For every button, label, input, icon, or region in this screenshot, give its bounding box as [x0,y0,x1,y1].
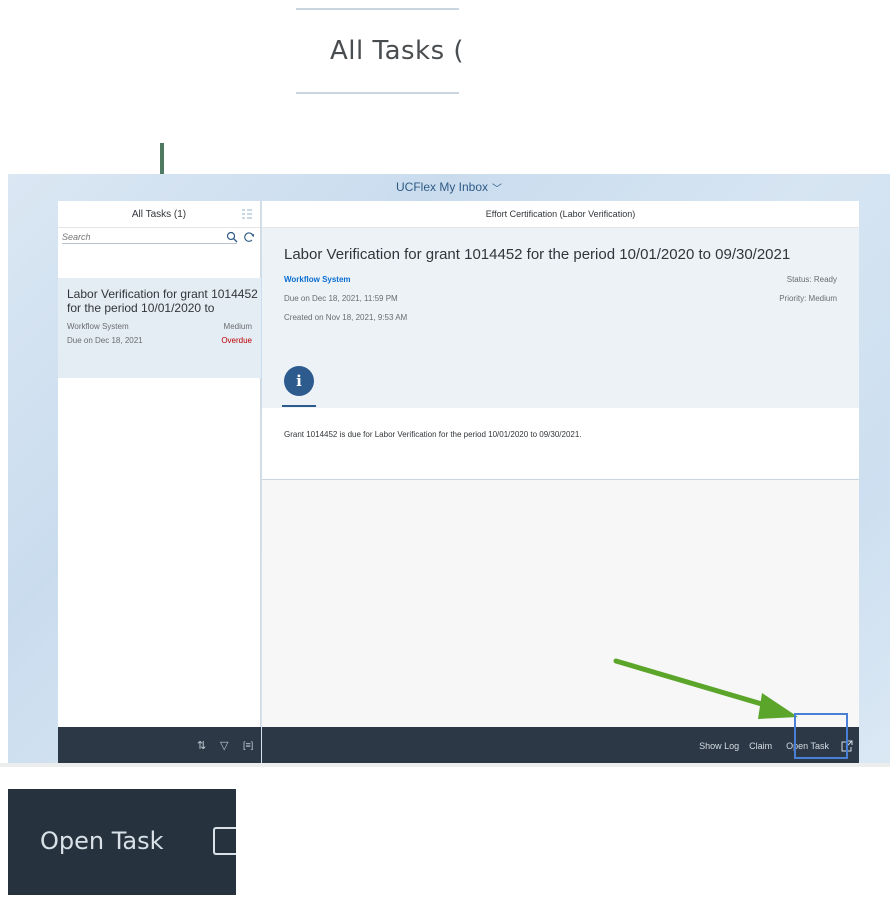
divider [296,8,459,10]
claim-button[interactable]: Claim [749,741,772,751]
task-list-item[interactable]: Labor Verification for grant 1014452 for… [58,278,261,378]
sort-icon[interactable]: ⇅ [197,739,206,752]
task-item-title: Labor Verification for grant 1014452 for… [67,287,258,315]
show-log-button[interactable]: Show Log [699,741,739,751]
task-item-source: Workflow System [67,322,129,331]
annotation-green-arrow-icon [613,658,798,719]
tab-selected-indicator [282,405,316,407]
search-icon[interactable] [226,231,238,243]
search-input[interactable] [62,230,237,244]
task-title: Labor Verification for grant 1014452 for… [284,246,791,263]
detail-footer-toolbar: Show Log Claim Open Task [262,727,859,764]
task-item-row: Workflow System Medium [67,322,252,331]
task-status: Status: Ready [786,275,837,284]
divider [296,92,459,94]
task-list-title: All Tasks (1) [131,208,187,220]
task-item-row: Due on Dec 18, 2021 Overdue [67,336,252,345]
meta-line: Workflow System Status: Ready [284,275,837,294]
meta-line: Created on Nov 18, 2021, 9:53 AM [284,313,837,332]
task-description: Grant 1014452 is due for Labor Verificat… [262,408,859,480]
info-tab-icon[interactable]: i [284,366,314,396]
zoom-callout-all-tasks: All Tasks ( [296,8,464,94]
detail-header: Effort Certification (Labor Verification… [262,201,859,228]
search-bar [58,228,260,246]
zoom-open-task-text: Open Task [40,827,164,855]
task-list-panel: All Tasks (1) Labor Verification fo [58,201,261,764]
task-meta: Workflow System Status: Ready Due on Dec… [284,275,837,332]
shell-header[interactable]: UCFlex My Inbox ﹀ [8,174,890,200]
zoom-all-tasks-text: All Tasks ( [330,36,465,66]
app-title[interactable]: UCFlex My Inbox [396,180,488,194]
divider [0,763,890,767]
filter-icon[interactable]: ▽ [220,739,228,752]
task-list-header: All Tasks (1) [58,201,260,228]
refresh-icon[interactable] [243,231,255,243]
open-task-highlight [794,713,848,759]
task-item-priority: Medium [223,322,252,331]
task-priority: Priority: Medium [779,294,837,303]
zoom-callout-open-task: Open Task [8,789,236,895]
task-item-due: Due on Dec 18, 2021 [67,336,143,345]
object-header: Labor Verification for grant 1014452 for… [262,228,859,408]
multi-select-icon[interactable] [242,208,252,220]
task-item-status: Overdue [221,336,252,345]
share-icon [213,827,236,855]
created-by-link[interactable]: Workflow System [284,275,351,284]
group-icon[interactable]: [≡] [243,740,253,750]
task-list-footer: ⇅ ▽ [≡] [58,727,261,764]
chevron-down-icon[interactable]: ﹀ [492,180,502,195]
task-created-date: Created on Nov 18, 2021, 9:53 AM [284,313,408,322]
task-due-date: Due on Dec 18, 2021, 11:59 PM [284,294,398,303]
meta-line: Due on Dec 18, 2021, 11:59 PM Priority: … [284,294,837,313]
